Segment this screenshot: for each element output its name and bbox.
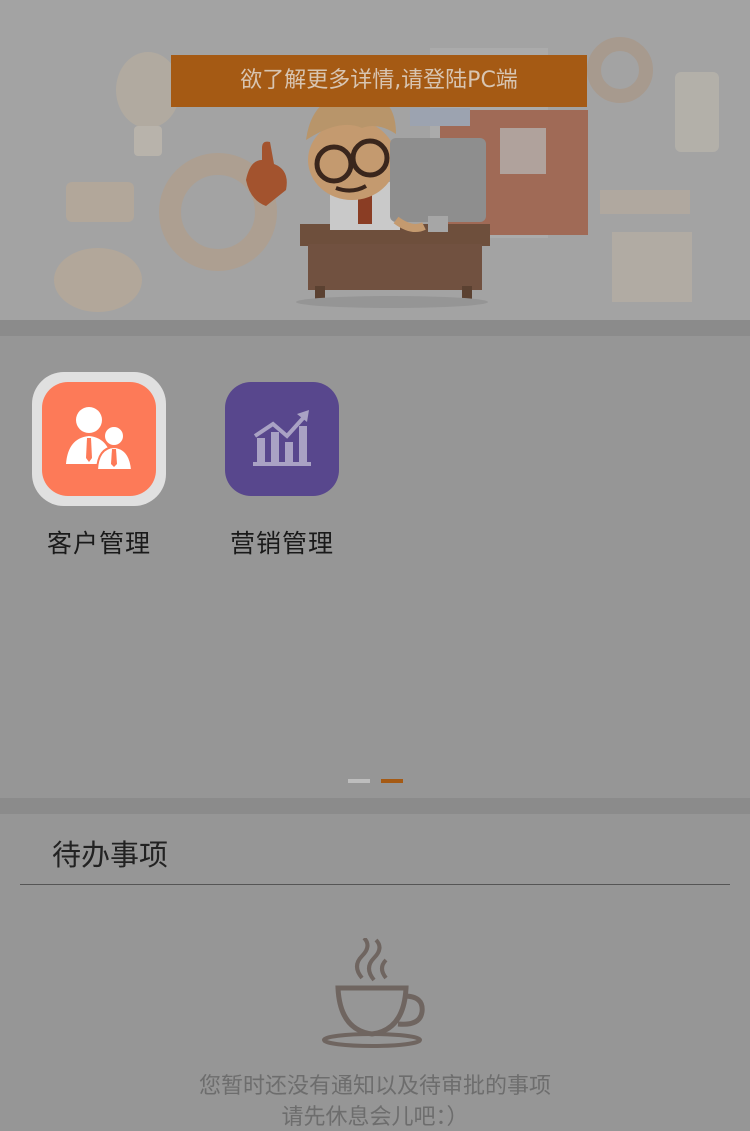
todo-divider [20,884,730,885]
app-label: 营销管理 [229,529,334,558]
coffee-cup-icon [322,938,425,1048]
app-icon-frame [215,372,349,506]
todo-section: 待办事项 您暂时还没有通知以及待审批的事项 请先休息会儿吧：） [0,814,750,1130]
marketing-chart-icon [225,382,339,496]
promo-banner[interactable]: 欲了解更多详情,请登陆PC端 [0,0,750,320]
app-grid: 客户管理 营销管理 [0,336,750,798]
customer-management-icon [42,382,156,496]
page-indicator [0,779,750,783]
app-label: 客户管理 [46,529,151,558]
money-icon [54,182,142,312]
app-customer-management[interactable]: 客户管理 [24,372,174,560]
section-divider [0,798,750,814]
page-dot-1[interactable] [348,779,370,783]
app-marketing-management[interactable]: 营销管理 [207,372,357,560]
empty-message-line-2: 请先休息会儿吧：） [281,1105,469,1130]
pc-login-notice: 欲了解更多详情,请登陆PC端 [171,55,587,107]
banner-illustration [54,37,719,312]
phone-doodle [675,72,719,152]
section-divider [0,320,750,336]
app-icon-highlight [32,372,166,506]
todo-title: 待办事项 [52,838,169,872]
computer-monitor [390,138,486,222]
empty-message-line-1: 您暂时还没有通知以及待审批的事项 [198,1074,551,1099]
page-dot-2-active[interactable] [381,779,403,783]
gear-icon [587,37,653,103]
